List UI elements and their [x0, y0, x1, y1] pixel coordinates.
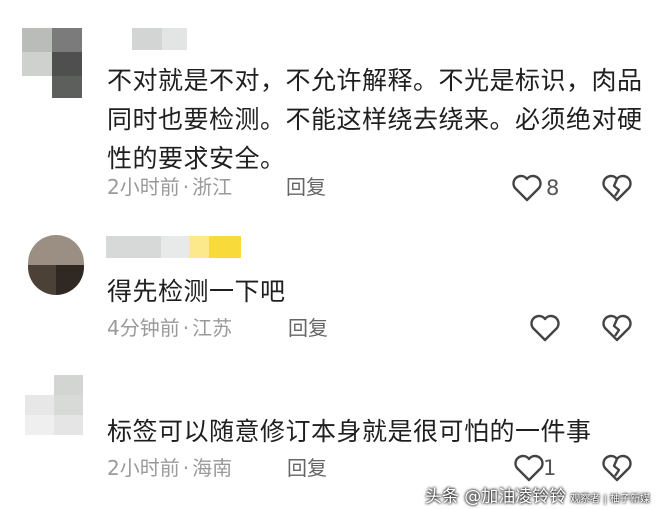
avatar[interactable]: [28, 235, 84, 295]
reply-button[interactable]: 回复: [287, 454, 327, 482]
watermark: 头条 @加油凌铃铃 观察者 | 柚子新媒: [425, 482, 650, 507]
username[interactable]: [106, 236, 241, 258]
comment-text: 得先检测一下吧: [107, 277, 286, 306]
heart-outline-icon[interactable]: [510, 171, 544, 205]
comment-time: 4分钟前: [107, 316, 180, 340]
watermark-sub: 观察者 | 柚子新媒: [570, 494, 650, 505]
comment-location: 江苏: [192, 316, 233, 340]
comment-time: 2小时前: [107, 456, 180, 480]
heart-outline-icon[interactable]: [528, 311, 562, 345]
broken-heart-icon[interactable]: [600, 171, 634, 205]
like-count: 8: [546, 176, 560, 200]
broken-heart-icon[interactable]: [600, 311, 634, 345]
comment-text: 标签可以随意修订本身就是很可怕的一件事: [107, 417, 592, 446]
comment-time: 2小时前: [107, 175, 180, 199]
comment-location: 海南: [192, 456, 233, 480]
reply-button[interactable]: 回复: [286, 173, 326, 201]
broken-heart-icon[interactable]: [600, 451, 634, 485]
avatar[interactable]: [22, 28, 82, 98]
comment-meta: 2小时前 · 浙江: [107, 173, 232, 201]
like-count: 1: [543, 456, 557, 480]
avatar[interactable]: [25, 375, 83, 435]
comment-text: 不对就是不对，不允许解释。不光是标识，肉品同时也要检测。不能这样绕去绕来。必须绝…: [107, 66, 643, 173]
meta-separator: ·: [182, 456, 190, 480]
username[interactable]: [132, 28, 187, 50]
heart-outline-icon[interactable]: [512, 451, 546, 485]
watermark-main: 头条 @加油凌铃铃: [424, 487, 567, 507]
comment-location: 浙江: [192, 175, 233, 199]
meta-separator: ·: [182, 316, 190, 340]
comment-meta: 2小时前 · 海南: [107, 454, 232, 482]
reply-button[interactable]: 回复: [288, 314, 328, 342]
comment-item: 不对就是不对，不允许解释。不光是标识，肉品同时也要检测。不能这样绕去绕来。必须绝…: [0, 0, 660, 210]
meta-separator: ·: [182, 175, 190, 199]
comment-meta: 4分钟前 · 江苏: [107, 314, 232, 342]
comment-item: 得先检测一下吧 4分钟前 · 江苏 回复: [0, 220, 660, 350]
